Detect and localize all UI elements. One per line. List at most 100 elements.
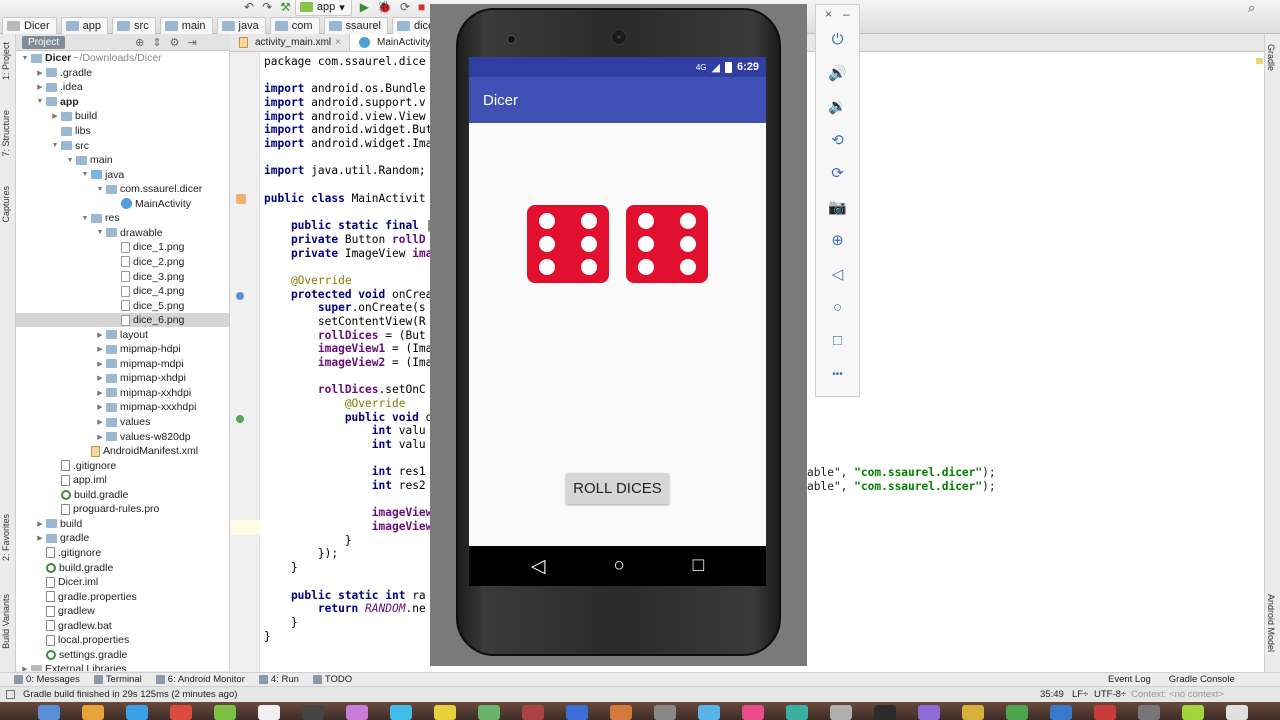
dock-app-icon[interactable] xyxy=(390,705,412,720)
dock-app-icon[interactable] xyxy=(1226,705,1248,720)
tree-item[interactable]: ▶ mipmap-xxxhdpi xyxy=(16,400,229,415)
tree-item[interactable]: dice_1.png xyxy=(16,240,229,255)
android-model-tool-tab[interactable]: Android Model xyxy=(1266,594,1276,652)
dock-app-icon[interactable] xyxy=(214,705,236,720)
dock-app-icon[interactable] xyxy=(82,705,104,720)
dock-app-icon[interactable] xyxy=(918,705,940,720)
tree-item[interactable]: ▼ drawable xyxy=(16,226,229,241)
tree-item[interactable]: proguard-rules.pro xyxy=(16,502,229,517)
nav-home-button[interactable]: ○ xyxy=(613,555,624,577)
expand-arrow-icon[interactable]: ▶ xyxy=(50,112,60,120)
bottom-tab[interactable]: 6: Android Monitor xyxy=(155,674,245,685)
tree-item[interactable]: local.properties xyxy=(16,633,229,648)
expand-arrow-icon[interactable]: ▶ xyxy=(95,360,105,368)
breadcrumb-item[interactable]: com xyxy=(269,17,320,35)
tree-item[interactable]: ▼ src xyxy=(16,138,229,153)
expand-arrow-icon[interactable]: ▶ xyxy=(35,534,45,542)
tree-item[interactable]: ▶ values-w820dp xyxy=(16,429,229,444)
tree-item[interactable]: ▶ build xyxy=(16,109,229,124)
tree-item[interactable]: AndroidManifest.xml xyxy=(16,444,229,459)
tree-item[interactable]: ▶ External Libraries xyxy=(16,662,229,671)
expand-arrow-icon[interactable]: ▶ xyxy=(95,433,105,441)
dock-app-icon[interactable] xyxy=(522,705,544,720)
tree-item[interactable]: ▶ .idea xyxy=(16,80,229,95)
tree-item[interactable]: dice_3.png xyxy=(16,269,229,284)
tree-item[interactable]: dice_2.png xyxy=(16,255,229,270)
project-tool-tab[interactable]: 1: Project xyxy=(1,42,11,80)
tree-item[interactable]: build.gradle xyxy=(16,488,229,503)
dock-app-icon[interactable] xyxy=(478,705,500,720)
tree-item[interactable]: gradlew xyxy=(16,604,229,619)
bottom-tab[interactable]: 0: Messages xyxy=(14,674,80,685)
tree-item[interactable]: ▼ main xyxy=(16,153,229,168)
favorites-tool-tab[interactable]: 2: Favorites xyxy=(1,514,11,561)
captures-tool-tab[interactable]: Captures xyxy=(1,186,11,223)
dock-app-icon[interactable] xyxy=(742,705,764,720)
expand-arrow-icon[interactable]: ▶ xyxy=(35,520,45,528)
expand-arrow-icon[interactable]: ▼ xyxy=(20,55,30,62)
rotate-left-icon[interactable]: ⟲ xyxy=(816,125,859,155)
camera-icon[interactable]: 📷 xyxy=(816,192,859,222)
tree-item[interactable]: ▶ mipmap-mdpi xyxy=(16,357,229,372)
expand-arrow-icon[interactable]: ▶ xyxy=(95,331,105,339)
dock-app-icon[interactable] xyxy=(1138,705,1160,720)
build-variants-tool-tab[interactable]: Build Variants xyxy=(1,594,11,649)
volume-down-icon[interactable]: 🔉 xyxy=(816,91,859,121)
dock-app-icon[interactable] xyxy=(962,705,984,720)
override-marker-icon[interactable] xyxy=(236,415,244,423)
close-icon[interactable]: × xyxy=(825,7,832,21)
expand-arrow-icon[interactable]: ▼ xyxy=(80,171,90,178)
expand-arrow-icon[interactable]: ▼ xyxy=(65,157,75,164)
tree-item[interactable]: ▶ .gradle xyxy=(16,66,229,81)
tree-item[interactable]: app.iml xyxy=(16,473,229,488)
line-separator[interactable]: LF÷ xyxy=(1072,689,1088,700)
dock-app-icon[interactable] xyxy=(126,705,148,720)
expand-arrow-icon[interactable]: ▶ xyxy=(20,665,30,671)
project-view-select[interactable]: Project xyxy=(22,35,66,49)
tree-item[interactable]: .gitignore xyxy=(16,546,229,561)
dock-app-icon[interactable] xyxy=(434,705,456,720)
dock-app-icon[interactable] xyxy=(1006,705,1028,720)
tree-item[interactable]: ▶ values xyxy=(16,415,229,430)
roll-dices-button[interactable]: ROLL DICES xyxy=(566,473,669,504)
expand-arrow-icon[interactable]: ▶ xyxy=(95,389,105,397)
search-everywhere-icon[interactable]: ⌕ xyxy=(1248,0,1255,16)
dock-app-icon[interactable] xyxy=(830,705,852,720)
home-icon[interactable]: ○ xyxy=(816,292,859,322)
redo-icon[interactable]: ↷ xyxy=(262,0,272,14)
locate-icon[interactable]: ⊕ xyxy=(135,36,144,49)
breadcrumb-item[interactable]: main xyxy=(159,17,213,35)
expand-arrow-icon[interactable]: ▶ xyxy=(95,374,105,382)
dock-app-icon[interactable] xyxy=(874,705,896,720)
dock-app-icon[interactable] xyxy=(1050,705,1072,720)
tree-item[interactable]: ▶ layout xyxy=(16,327,229,342)
expand-arrow-icon[interactable]: ▼ xyxy=(50,142,60,149)
expand-arrow-icon[interactable]: ▶ xyxy=(35,69,45,77)
expand-arrow-icon[interactable]: ▶ xyxy=(35,83,45,91)
expand-arrow-icon[interactable]: ▶ xyxy=(95,345,105,353)
breadcrumb-item[interactable]: Dicer xyxy=(2,17,57,35)
expand-arrow-icon[interactable]: ▼ xyxy=(35,98,45,105)
gear-icon[interactable]: ⚙ xyxy=(170,36,180,49)
build-icon[interactable]: ⚒ xyxy=(280,0,291,14)
dock-app-icon[interactable] xyxy=(698,705,720,720)
stop-icon[interactable]: ■ xyxy=(418,0,425,14)
tree-item[interactable]: .gitignore xyxy=(16,458,229,473)
volume-up-icon[interactable]: 🔊 xyxy=(816,58,859,88)
editor-tab[interactable]: activity_main.xml × xyxy=(230,34,350,51)
dock-app-icon[interactable] xyxy=(566,705,588,720)
tree-item[interactable]: ▶ mipmap-hdpi xyxy=(16,342,229,357)
dock-app-icon[interactable] xyxy=(302,705,324,720)
tree-item[interactable]: dice_5.png xyxy=(16,298,229,313)
bottom-tab[interactable]: 4: Run xyxy=(258,674,299,685)
tree-item[interactable]: ▼ Dicer ~/Downloads/Dicer xyxy=(16,51,229,66)
back-icon[interactable]: ◁ xyxy=(816,259,859,289)
breadcrumb-item[interactable]: app xyxy=(60,17,109,35)
gradle-console-tab[interactable]: Gradle Console xyxy=(1169,674,1235,685)
tree-item[interactable]: Dicer.iml xyxy=(16,575,229,590)
override-marker-icon[interactable] xyxy=(236,292,244,300)
expand-arrow-icon[interactable]: ▼ xyxy=(95,229,105,236)
power-icon[interactable]: ⏻ xyxy=(816,24,859,54)
tree-item[interactable]: gradle.properties xyxy=(16,589,229,604)
overview-icon[interactable]: □ xyxy=(816,326,859,356)
